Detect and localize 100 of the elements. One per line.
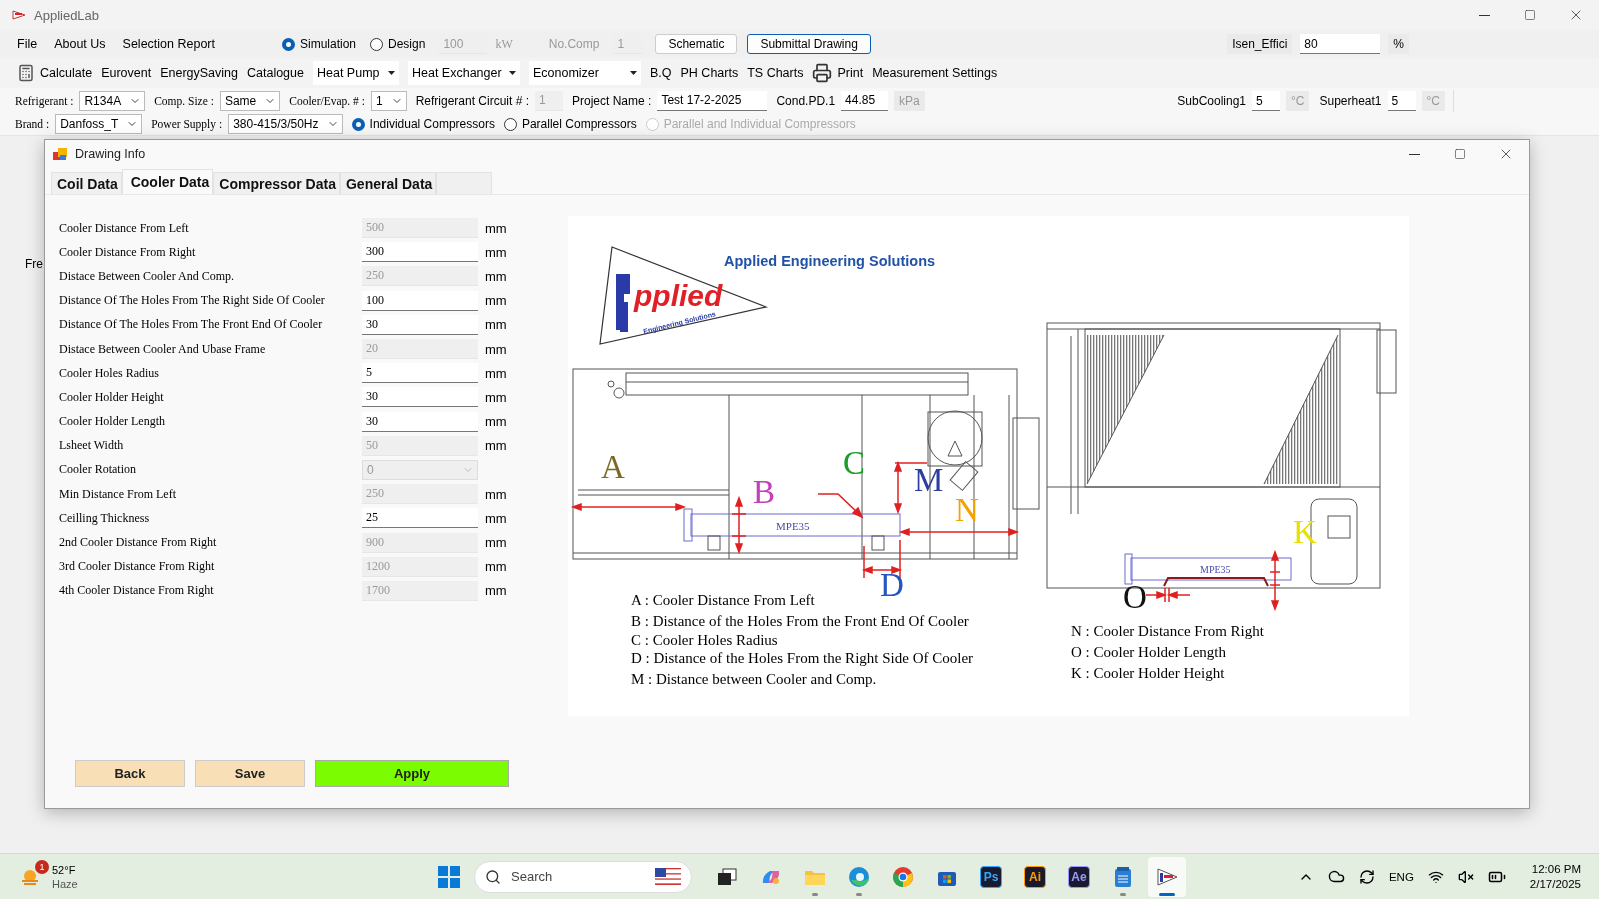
flag-icon bbox=[655, 867, 681, 886]
field-label: No.Comp bbox=[548, 37, 600, 51]
sync-icon[interactable] bbox=[1358, 868, 1375, 885]
search-field[interactable]: Search bbox=[474, 860, 692, 893]
dialog-title: Drawing Info bbox=[75, 147, 146, 161]
dimension-letter: D bbox=[880, 567, 904, 603]
maximize-icon bbox=[1454, 148, 1466, 160]
dimension-arrow bbox=[1269, 549, 1281, 612]
unit-label: mm bbox=[485, 244, 507, 260]
toolbar-button[interactable]: PH Charts bbox=[680, 61, 739, 85]
mute-icon[interactable] bbox=[1457, 868, 1474, 885]
legend-text: A : Cooler Distance From Left bbox=[631, 592, 815, 608]
caret-icon bbox=[630, 71, 637, 75]
dropdown[interactable]: Danfoss_T bbox=[55, 114, 143, 135]
unit-label: mm bbox=[485, 583, 507, 599]
input-field[interactable]: 30 bbox=[362, 314, 478, 335]
menu-item[interactable]: File bbox=[17, 37, 38, 51]
unit-label: mm bbox=[485, 341, 507, 357]
toolbar-button[interactable]: Measurement Settings bbox=[872, 61, 998, 85]
clock-time: 12:06 PM bbox=[1531, 861, 1581, 877]
field-label: Brand : bbox=[15, 118, 50, 131]
unit-label: mm bbox=[485, 268, 507, 284]
cloud-icon[interactable] bbox=[1327, 868, 1345, 885]
toolbar-button[interactable]: Catalogue bbox=[247, 61, 304, 85]
field-label: Isen_Effici bbox=[1227, 34, 1293, 54]
toolbar-button[interactable]: Print bbox=[812, 61, 864, 85]
windows-stack-icon bbox=[717, 867, 737, 886]
field-label: Refrigerant : bbox=[15, 94, 74, 107]
weather-condition: Haze bbox=[52, 876, 78, 891]
menu-item[interactable]: About Us bbox=[54, 37, 106, 51]
windows-logo-icon bbox=[438, 865, 460, 888]
leader-line bbox=[817, 493, 864, 519]
field-label: Cooler Distance From Right bbox=[59, 244, 197, 260]
taskbar-app-button[interactable]: Ae bbox=[1060, 856, 1098, 897]
legend-text: D : Distance of the Holes From the Right Side Of Cooler bbox=[631, 650, 974, 666]
header-button[interactable]: Schematic bbox=[655, 34, 738, 54]
legend-text: N : Cooler Distance From Right bbox=[1071, 623, 1264, 639]
tab[interactable]: Coil Data bbox=[51, 172, 122, 194]
toolbar-button[interactable]: TS Charts bbox=[747, 61, 804, 85]
language-indicator[interactable]: ENG bbox=[1388, 870, 1414, 883]
notification-badge: 1 bbox=[35, 859, 49, 874]
radio-option[interactable]: Individual Compressors bbox=[351, 117, 495, 132]
menu-item[interactable]: Selection Report bbox=[122, 37, 215, 51]
input-field[interactable]: 80 bbox=[1300, 34, 1381, 54]
toolbar-button[interactable]: Eurovent bbox=[101, 61, 152, 85]
toolbar-button[interactable]: Economizer bbox=[529, 61, 641, 85]
company-name: Applied Engineering Solutions bbox=[724, 253, 936, 269]
radio-option[interactable]: Design bbox=[370, 37, 426, 51]
input-field[interactable]: 5 bbox=[362, 363, 478, 384]
input-field[interactable]: 300 bbox=[362, 242, 478, 263]
input-field[interactable]: 44.85 bbox=[841, 90, 889, 111]
apply-button[interactable]: Apply bbox=[315, 760, 509, 787]
taskbar-app-button[interactable]: Ps bbox=[972, 856, 1010, 897]
field-label: Cond.PD.1 bbox=[776, 93, 836, 108]
dropdown[interactable]: R134A bbox=[79, 90, 146, 111]
radio-option[interactable]: Parallel Compressors bbox=[503, 117, 637, 132]
field-label: Cooler Holder Height bbox=[59, 389, 165, 405]
unit-label: mm bbox=[485, 365, 507, 381]
dimension-arrow bbox=[1145, 587, 1191, 603]
input-field[interactable]: 100 bbox=[362, 290, 478, 311]
field-label: Ceilling Thickness bbox=[59, 510, 151, 526]
tab[interactable]: General Data bbox=[339, 172, 437, 194]
input-field[interactable]: Test 17-2-2025 bbox=[657, 90, 768, 111]
field-label: Lsheet Width bbox=[59, 438, 125, 454]
input-field[interactable]: 5 bbox=[1387, 91, 1416, 111]
field-label: Distance Of The Holes From The Right Side Of Cooler bbox=[59, 293, 326, 309]
input-field[interactable]: 5 bbox=[1252, 91, 1280, 111]
toolbar-button[interactable]: Heat Exchanger bbox=[408, 61, 520, 85]
input-field[interactable]: 30 bbox=[362, 411, 478, 432]
tab[interactable]: Compressor Data bbox=[213, 172, 340, 194]
dropdown[interactable]: Same bbox=[219, 90, 281, 111]
minimize-icon bbox=[1478, 14, 1490, 16]
toolbar-button[interactable]: Calculate bbox=[17, 61, 93, 85]
toolbar-button[interactable]: B.Q bbox=[650, 61, 672, 85]
footer-button[interactable]: Save bbox=[195, 760, 305, 787]
footer-button[interactable]: Back bbox=[75, 760, 185, 787]
dropdown[interactable]: 380-415/3/50Hz bbox=[228, 114, 343, 135]
field-label: Cooler Distance From Left bbox=[59, 220, 190, 236]
input-field[interactable]: 30 bbox=[362, 387, 478, 408]
field-label: Distace Between Cooler And Ubase Frame bbox=[59, 341, 267, 357]
field-label: Comp. Size : bbox=[154, 94, 214, 107]
toolbar-button[interactable]: Heat Pump bbox=[313, 61, 399, 85]
input-field[interactable]: 25 bbox=[362, 508, 478, 529]
dimension-letter: O bbox=[1123, 579, 1147, 615]
field-label: Superheat1 bbox=[1319, 94, 1382, 108]
taskbar-app-button[interactable]: Ai bbox=[1016, 856, 1054, 897]
logo-word: pplied bbox=[634, 279, 723, 312]
radio-option[interactable]: Simulation bbox=[282, 37, 357, 51]
unit-label: mm bbox=[485, 438, 507, 454]
taskbar-app-button[interactable] bbox=[1148, 856, 1186, 897]
dimension-letter: M bbox=[914, 462, 944, 498]
dropdown[interactable]: 1 bbox=[370, 90, 407, 111]
tab[interactable]: Cooler Data bbox=[121, 169, 214, 194]
unit-label: % bbox=[1388, 34, 1409, 54]
unit-label: mm bbox=[485, 414, 507, 430]
header-button[interactable]: Submittal Drawing bbox=[747, 34, 871, 54]
toolbar-button[interactable]: EnergySaving bbox=[160, 61, 238, 85]
window-icon bbox=[53, 147, 68, 161]
search-icon bbox=[485, 868, 501, 885]
unit-label: mm bbox=[485, 317, 507, 333]
